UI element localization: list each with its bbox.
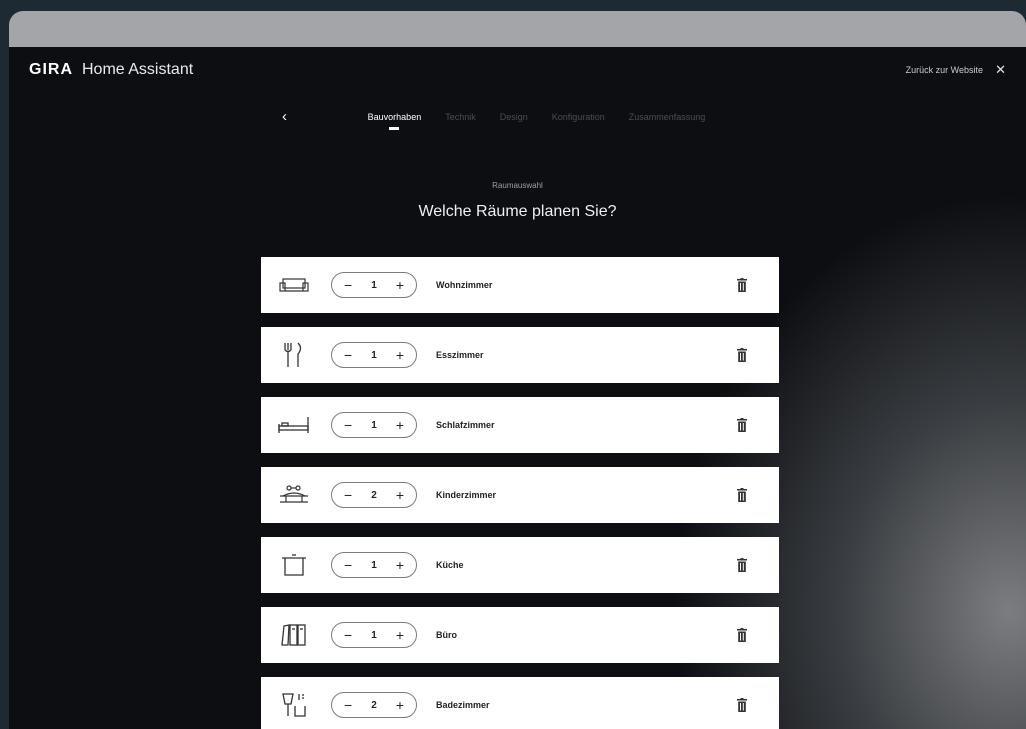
decrement-button[interactable]: − xyxy=(344,557,352,573)
wizard-steps: ‹ Bauvorhaben Technik Design Konfigurati… xyxy=(9,108,1026,125)
room-name: Esszimmer xyxy=(436,350,484,360)
room-count: 1 xyxy=(371,559,377,571)
step-zusammenfassung[interactable]: Zusammenfassung xyxy=(629,112,706,122)
quantity-stepper: − 1 + xyxy=(331,552,417,578)
browser-topbar xyxy=(9,11,1026,47)
increment-button[interactable]: + xyxy=(396,487,404,503)
quantity-stepper: − 1 + xyxy=(331,412,417,438)
quantity-stepper: − 1 + xyxy=(331,272,417,298)
page-title: Welche Räume planen Sie? xyxy=(418,203,617,220)
room-row-kueche: − 1 + Küche xyxy=(261,537,779,593)
quantity-stepper: − 1 + xyxy=(331,342,417,368)
increment-button[interactable]: + xyxy=(396,627,404,643)
room-row-badezimmer: − 2 + Badezimmer xyxy=(261,677,779,729)
close-icon[interactable]: ✕ xyxy=(995,62,1006,78)
room-count: 2 xyxy=(371,489,377,501)
brand-logo: GIRA xyxy=(29,61,73,78)
room-row-esszimmer: − 1 + Esszimmer xyxy=(261,327,779,383)
increment-button[interactable]: + xyxy=(396,347,404,363)
increment-button[interactable]: + xyxy=(396,417,404,433)
sofa-icon xyxy=(277,271,311,299)
trash-icon[interactable] xyxy=(737,698,747,712)
app-title: Home Assistant xyxy=(82,61,194,78)
step-design[interactable]: Design xyxy=(500,112,528,122)
decrement-button[interactable]: − xyxy=(344,417,352,433)
decrement-button[interactable]: − xyxy=(344,627,352,643)
chevron-left-icon[interactable]: ‹ xyxy=(282,108,287,125)
room-name: Schlafzimmer xyxy=(436,420,495,430)
room-name: Wohnzimmer xyxy=(436,280,493,290)
trash-icon[interactable] xyxy=(737,628,747,642)
pot-icon xyxy=(277,551,311,579)
room-name: Büro xyxy=(436,630,457,640)
trash-icon[interactable] xyxy=(737,278,747,292)
trash-icon[interactable] xyxy=(737,418,747,432)
room-count: 1 xyxy=(371,279,377,291)
room-count: 1 xyxy=(371,349,377,361)
step-bauvorhaben[interactable]: Bauvorhaben xyxy=(368,112,422,122)
room-name: Kinderzimmer xyxy=(436,490,497,500)
cutlery-icon xyxy=(277,341,311,369)
toy-icon xyxy=(277,481,311,509)
room-row-kinderzimmer: − 2 + Kinderzimmer xyxy=(261,467,779,523)
room-row-wohnzimmer: − 1 + Wohnzimmer xyxy=(261,257,779,313)
room-list: − 1 + Wohnzimmer − 1 + Esszimmer − 1 + S… xyxy=(261,257,779,729)
step-technik[interactable]: Technik xyxy=(445,112,476,122)
quantity-stepper: − 2 + xyxy=(331,482,417,508)
decrement-button[interactable]: − xyxy=(344,277,352,293)
bath-icon xyxy=(277,691,311,719)
section-subtitle: Raumauswahl xyxy=(492,181,543,190)
step-konfiguration[interactable]: Konfiguration xyxy=(552,112,605,122)
bed-icon xyxy=(277,411,311,439)
room-count: 1 xyxy=(371,629,377,641)
back-to-website-link[interactable]: Zurück zur Website xyxy=(906,65,983,75)
decrement-button[interactable]: − xyxy=(344,697,352,713)
app-window: GIRA Home Assistant Zurück zur Website ✕… xyxy=(9,11,1026,729)
decrement-button[interactable]: − xyxy=(344,487,352,503)
increment-button[interactable]: + xyxy=(396,557,404,573)
folders-icon xyxy=(277,621,311,649)
quantity-stepper: − 2 + xyxy=(331,692,417,718)
trash-icon[interactable] xyxy=(737,348,747,362)
increment-button[interactable]: + xyxy=(396,277,404,293)
room-name: Küche xyxy=(436,560,464,570)
decrement-button[interactable]: − xyxy=(344,347,352,363)
room-row-buero: − 1 + Büro xyxy=(261,607,779,663)
room-count: 2 xyxy=(371,699,377,711)
trash-icon[interactable] xyxy=(737,488,747,502)
room-name: Badezimmer xyxy=(436,700,490,710)
room-row-schlafzimmer: − 1 + Schlafzimmer xyxy=(261,397,779,453)
room-count: 1 xyxy=(371,419,377,431)
app-header: GIRA Home Assistant Zurück zur Website ✕ xyxy=(9,47,1026,93)
increment-button[interactable]: + xyxy=(396,697,404,713)
trash-icon[interactable] xyxy=(737,558,747,572)
quantity-stepper: − 1 + xyxy=(331,622,417,648)
